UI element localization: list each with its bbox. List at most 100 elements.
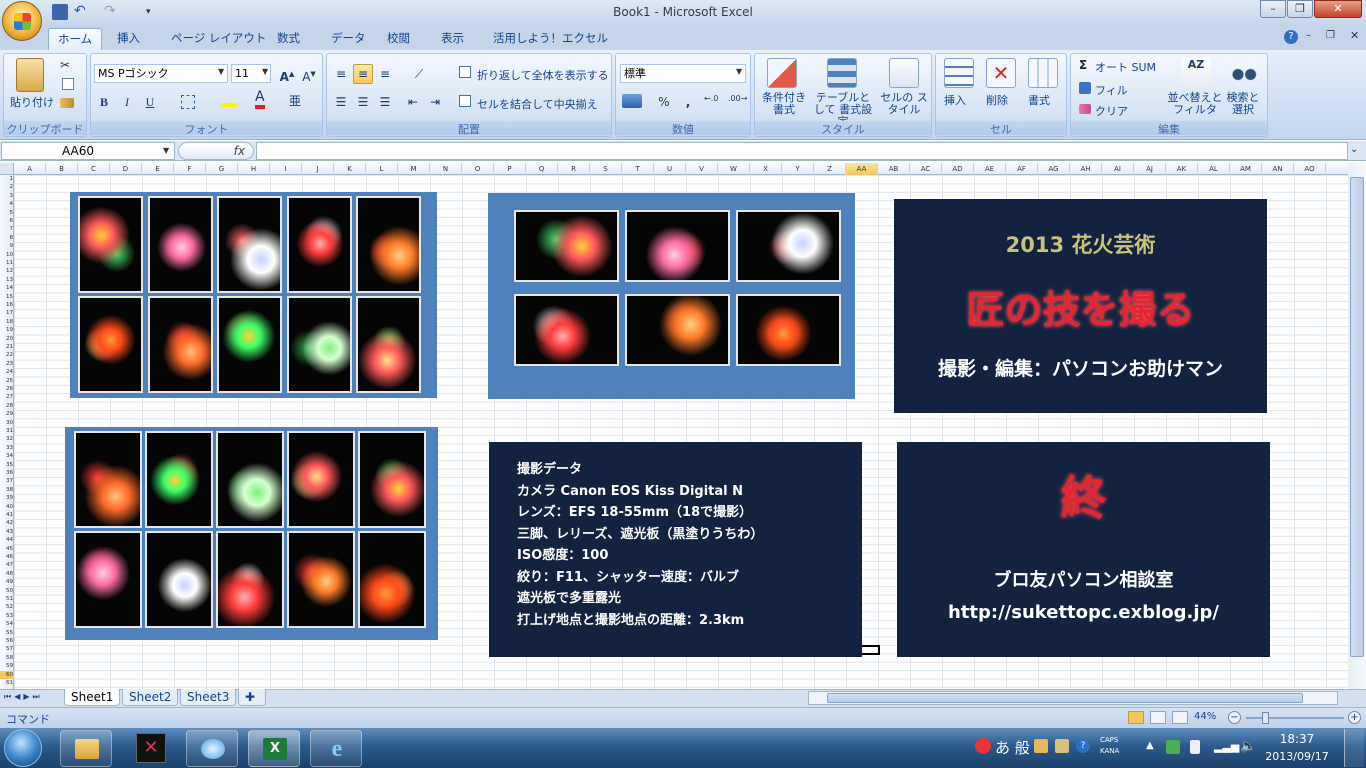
row-header[interactable]: 55 — [0, 629, 14, 637]
vertical-scroll-thumb[interactable] — [1350, 177, 1364, 657]
copy-icon[interactable] — [62, 78, 74, 90]
fill-color-icon[interactable] — [221, 93, 237, 107]
row-header[interactable]: 30 — [0, 419, 14, 427]
column-header-ao[interactable]: AO — [1294, 163, 1326, 175]
align-middle-icon[interactable]: ≡ — [353, 64, 373, 84]
help-icon[interactable]: ? — [1284, 30, 1298, 44]
column-header-u[interactable]: U — [654, 163, 686, 175]
usb-icon[interactable] — [1190, 740, 1200, 754]
column-header-af[interactable]: AF — [1006, 163, 1038, 175]
column-header-ak[interactable]: AK — [1166, 163, 1198, 175]
row-header[interactable]: 5 — [0, 209, 14, 217]
row-header[interactable]: 28 — [0, 402, 14, 410]
column-header-y[interactable]: Y — [782, 163, 814, 175]
row-header[interactable]: 13 — [0, 276, 14, 284]
tray-expand-icon[interactable]: ▲ — [1146, 740, 1154, 751]
row-header[interactable]: 12 — [0, 267, 14, 275]
row-header[interactable]: 33 — [0, 444, 14, 452]
network-taskbar-icon[interactable] — [186, 730, 238, 767]
row-header[interactable]: 22 — [0, 351, 14, 359]
ribbon-minimize-icon[interactable]: – — [1306, 30, 1311, 41]
column-header-al[interactable]: AL — [1198, 163, 1230, 175]
name-box-dropdown-icon[interactable]: ▼ — [163, 146, 169, 155]
column-header-q[interactable]: Q — [526, 163, 558, 175]
row-header[interactable]: 42 — [0, 519, 14, 527]
close-button[interactable]: ✕ — [1314, 0, 1362, 18]
row-header[interactable]: 7 — [0, 225, 14, 233]
row-header[interactable]: 20 — [0, 335, 14, 343]
align-center-icon[interactable]: ☰ — [353, 92, 373, 112]
row-header[interactable]: 43 — [0, 528, 14, 536]
insert-function-button[interactable]: fx — [178, 142, 254, 160]
column-header-s[interactable]: S — [590, 163, 622, 175]
normal-view-icon[interactable] — [1128, 711, 1144, 724]
row-header[interactable]: 1 — [0, 175, 14, 183]
row-header[interactable]: 8 — [0, 234, 14, 242]
row-header[interactable]: 11 — [0, 259, 14, 267]
row-header[interactable]: 52 — [0, 603, 14, 611]
restore-button[interactable]: ❐ — [1287, 0, 1313, 18]
column-header-d[interactable]: D — [110, 163, 142, 175]
show-desktop-button[interactable] — [1344, 729, 1364, 767]
start-button-icon[interactable] — [4, 729, 42, 767]
row-header[interactable]: 37 — [0, 477, 14, 485]
zoom-out-icon[interactable]: − — [1228, 711, 1241, 724]
ime-mode[interactable]: あ 般 — [995, 737, 1030, 758]
select-all-corner[interactable] — [0, 163, 14, 175]
column-header-v[interactable]: V — [686, 163, 718, 175]
row-header[interactable]: 2 — [0, 183, 14, 191]
cell-styles-button[interactable]: セルの スタイル — [879, 92, 929, 116]
column-header-aa[interactable]: AA — [846, 163, 878, 175]
orientation-icon[interactable]: ⟋ — [409, 64, 429, 84]
row-header[interactable]: 14 — [0, 284, 14, 292]
decrease-decimal-icon[interactable]: .00→ — [728, 94, 747, 103]
row-header[interactable]: 34 — [0, 452, 14, 460]
zoom-level[interactable]: 44% — [1194, 711, 1216, 722]
row-header[interactable]: 39 — [0, 494, 14, 502]
column-header-aj[interactable]: AJ — [1134, 163, 1166, 175]
format-button[interactable]: 書式 — [1028, 92, 1050, 108]
merge-center-button[interactable]: セルを結合して中央揃え — [477, 96, 598, 112]
row-header[interactable]: 18 — [0, 318, 14, 326]
column-header-w[interactable]: W — [718, 163, 750, 175]
wrap-text-button[interactable]: 折り返して全体を表示する — [477, 67, 609, 83]
row-header[interactable]: 23 — [0, 360, 14, 368]
grow-font-icon[interactable]: A▲ — [277, 64, 297, 84]
tab-data[interactable]: データ — [322, 28, 375, 50]
increase-indent-icon[interactable]: ⇥ — [425, 92, 445, 112]
row-header[interactable]: 32 — [0, 435, 14, 443]
row-header[interactable]: 19 — [0, 326, 14, 334]
italic-button[interactable]: I — [117, 92, 137, 112]
column-header-ad[interactable]: AD — [942, 163, 974, 175]
sheet-tab-1[interactable]: Sheet1 — [64, 689, 121, 706]
row-header[interactable]: 59 — [0, 662, 14, 670]
align-bottom-icon[interactable]: ≡ — [375, 64, 395, 84]
row-header[interactable]: 49 — [0, 578, 14, 586]
column-header-ac[interactable]: AC — [910, 163, 942, 175]
shrink-font-icon[interactable]: A▼ — [299, 64, 319, 84]
column-header-o[interactable]: O — [462, 163, 494, 175]
row-header[interactable]: 51 — [0, 595, 14, 603]
internet-explorer-taskbar-icon[interactable]: e — [310, 730, 362, 767]
row-header[interactable]: 24 — [0, 368, 14, 376]
explorer-taskbar-icon[interactable] — [60, 730, 112, 767]
clear-button[interactable]: クリア — [1095, 103, 1128, 119]
tab-excel-tips[interactable]: 活用しよう！エクセル — [484, 28, 617, 50]
vertical-scrollbar[interactable] — [1348, 163, 1366, 689]
row-header[interactable]: 38 — [0, 486, 14, 494]
row-header[interactable]: 57 — [0, 645, 14, 653]
clock-date[interactable]: 2013/09/17 — [1262, 750, 1332, 763]
ime-tool-icon[interactable] — [1034, 739, 1048, 753]
column-header-t[interactable]: T — [622, 163, 654, 175]
column-header-k[interactable]: K — [334, 163, 366, 175]
ime-help-icon[interactable]: ? — [1076, 739, 1090, 753]
horizontal-scrollbar[interactable] — [808, 691, 1338, 705]
tab-view[interactable]: 表示 — [432, 28, 473, 50]
column-header-an[interactable]: AN — [1262, 163, 1294, 175]
row-header[interactable]: 44 — [0, 536, 14, 544]
volume-icon[interactable]: 🔈 — [1240, 739, 1256, 754]
row-header[interactable]: 61 — [0, 679, 14, 687]
paste-button[interactable]: 貼り付け — [10, 94, 54, 110]
row-header[interactable]: 25 — [0, 377, 14, 385]
horizontal-scroll-thumb[interactable] — [827, 693, 1303, 703]
